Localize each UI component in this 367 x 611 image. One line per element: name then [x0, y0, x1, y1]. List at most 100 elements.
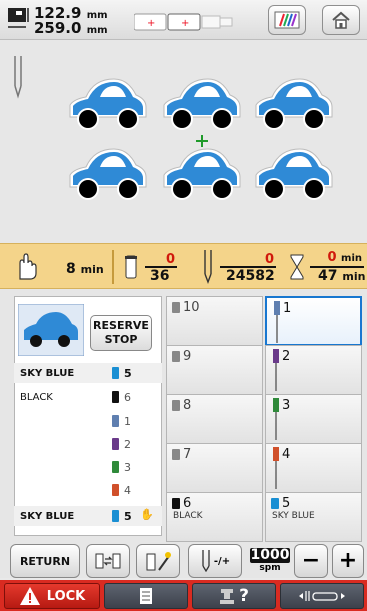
- hourglass-icon: [290, 254, 304, 280]
- center-marker-icon: [196, 135, 208, 147]
- spool-icon: [172, 351, 180, 362]
- thread-tool-button[interactable]: [136, 544, 180, 578]
- sequence-row[interactable]: 1: [14, 411, 162, 431]
- time-total: 47: [318, 268, 338, 284]
- thread-color-name: BLACK: [20, 392, 53, 403]
- needle-icon: [273, 447, 279, 489]
- sequence-row[interactable]: 4: [14, 480, 162, 500]
- return-label: RETURN: [19, 554, 71, 568]
- car-design: [163, 148, 241, 200]
- needle-bar-cell[interactable]: 8: [166, 394, 263, 444]
- needle-bar-cell[interactable]: 3: [265, 394, 362, 444]
- stop-label: STOP: [104, 333, 138, 346]
- needle-bar-cell[interactable]: 9: [166, 345, 263, 395]
- speed-readout: 1000 spm: [250, 548, 290, 576]
- color-total: 36: [150, 268, 170, 284]
- needle-bar-number: 9: [183, 349, 192, 364]
- sewing-machine-icon: [220, 589, 235, 604]
- needle-number: 4: [124, 484, 131, 497]
- home-button[interactable]: [322, 5, 360, 35]
- stitch-rule: [220, 252, 276, 268]
- needle-bar-cell[interactable]: 5 SKY BLUE: [265, 492, 362, 542]
- color-rule: [145, 252, 177, 268]
- needle-bar-label: SKY BLUE: [272, 511, 315, 521]
- presser-foot-icon: [299, 591, 345, 601]
- needle-icon: [112, 484, 119, 496]
- needle-bar-cell[interactable]: 10: [166, 296, 263, 346]
- home-icon: [332, 11, 350, 29]
- needle-icon: [274, 301, 280, 343]
- car-design: [69, 148, 147, 200]
- needle-number: 5: [124, 510, 132, 523]
- car-design: [69, 78, 147, 130]
- needle-icon: [273, 398, 279, 440]
- sequence-row[interactable]: BLACK 6: [14, 387, 162, 407]
- sequence-row[interactable]: 2: [14, 434, 162, 454]
- status-bar: 8 min 0 36 0 24582 0 min 47 min: [0, 243, 367, 289]
- spool-icon: [172, 498, 180, 509]
- needle-bar-cell[interactable]: 2: [265, 345, 362, 395]
- needle-bar-number: 8: [183, 398, 192, 413]
- needle-bar-number: 4: [282, 447, 291, 462]
- manual-button[interactable]: [104, 583, 188, 609]
- lock-label: LOCK: [46, 588, 86, 604]
- frame-indicator-icon: + +: [134, 13, 233, 31]
- speed-increase-button[interactable]: +: [332, 544, 364, 578]
- spool-icon: [125, 255, 137, 279]
- car-design: [163, 78, 241, 130]
- presser-foot-button[interactable]: [280, 583, 364, 609]
- stop-time-readout: 8 min: [66, 261, 104, 277]
- needle-icon: [112, 438, 119, 450]
- height-unit: mm: [86, 25, 108, 36]
- needle-bar-cell[interactable]: 1: [265, 296, 362, 346]
- speed-decrease-button[interactable]: −: [294, 544, 328, 578]
- sequence-row[interactable]: SKY BLUE 5: [14, 363, 162, 383]
- needle-bar-number: 10: [183, 300, 200, 315]
- time-total-unit: min: [342, 270, 366, 283]
- spool-icon: [172, 400, 180, 411]
- spool-swap-icon: [95, 553, 121, 569]
- spool-magic-icon: [146, 552, 171, 571]
- height-value: 259.0: [34, 19, 82, 37]
- needle-number: 5: [124, 367, 132, 380]
- lock-button[interactable]: LOCK: [4, 583, 100, 609]
- thread-color-name: SKY BLUE: [20, 368, 75, 379]
- reserve-stop-button[interactable]: RESERVE STOP: [90, 315, 152, 351]
- needle-number: 2: [124, 438, 131, 451]
- needle-bar-number: 2: [282, 349, 291, 364]
- spool-icon: [172, 302, 180, 313]
- speed-unit: spm: [259, 563, 281, 573]
- help-button[interactable]: ?: [192, 583, 276, 609]
- needle-step-label: -/+: [213, 555, 231, 567]
- needle-position-icon: [14, 56, 22, 99]
- needle-bar-label: BLACK: [173, 511, 203, 521]
- needle-icon: [112, 415, 119, 427]
- needle-bar-cell[interactable]: 6 BLACK: [166, 492, 263, 542]
- stop-time-unit: min: [80, 263, 104, 276]
- color-palette-button[interactable]: [268, 5, 306, 35]
- spool-icon: [112, 391, 119, 403]
- reserve-label: RESERVE: [93, 319, 149, 332]
- stitch-total: 24582: [226, 268, 275, 284]
- speed-value: 1000: [250, 547, 290, 563]
- needle-bar-number: 7: [183, 447, 192, 462]
- needle-bar-cell[interactable]: 7: [166, 443, 263, 493]
- sequence-row[interactable]: SKY BLUE 5 ✋: [14, 506, 162, 526]
- needle-step-button[interactable]: -/+: [188, 544, 242, 578]
- warning-icon: [19, 587, 40, 605]
- design-thumbnail[interactable]: [18, 304, 84, 356]
- swap-needle-button[interactable]: [86, 544, 130, 578]
- car-design: [255, 78, 333, 130]
- sequence-row[interactable]: 3: [14, 457, 162, 477]
- needle-bar-number: 5: [282, 496, 291, 511]
- height-readout: 259.0 mm: [34, 21, 108, 38]
- return-button[interactable]: RETURN: [10, 544, 80, 578]
- needle-bar-cell[interactable]: 4: [265, 443, 362, 493]
- embroidery-preview: [0, 40, 367, 243]
- width-unit: mm: [86, 10, 108, 21]
- car-design: [255, 148, 333, 200]
- hand-timer-icon: [19, 253, 37, 280]
- needle-number: 3: [124, 461, 131, 474]
- needle-number: 6: [124, 391, 131, 404]
- svg-text:+: +: [147, 18, 155, 29]
